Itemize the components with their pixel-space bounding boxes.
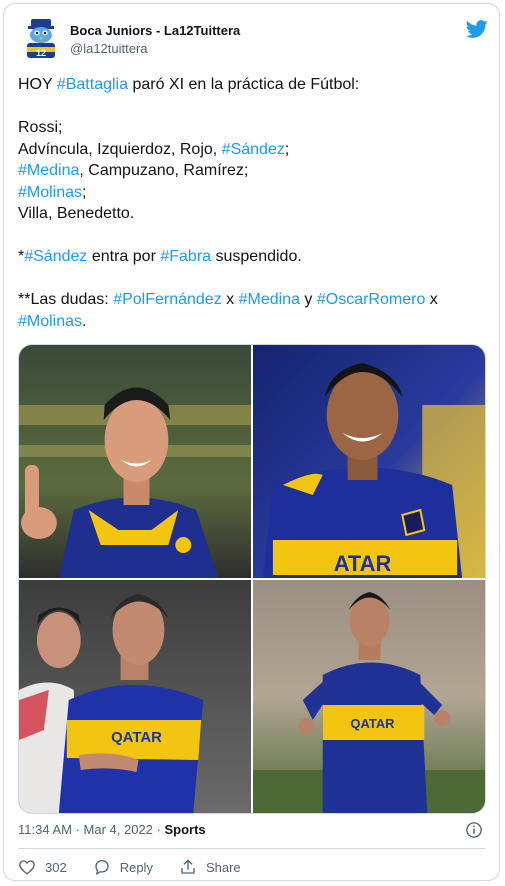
reply-button[interactable]: Reply: [93, 858, 153, 876]
text-run: ;: [82, 183, 87, 201]
text-run: paró XI en la práctica de Fútbol:: [128, 76, 360, 93]
player-photo-2[interactable]: ATAR: [253, 345, 485, 578]
tweet-line: Villa, Benedetto.: [18, 205, 135, 222]
hashtag-link[interactable]: #Molinas: [18, 313, 82, 330]
avatar[interactable]: 12: [18, 16, 64, 62]
tweet-actions: 302 Reply Share: [18, 856, 267, 878]
share-button[interactable]: Share: [179, 858, 241, 876]
tweet-meta: 11:34 AM · Mar 4, 2022 · Sports: [18, 821, 206, 839]
heart-icon: [19, 860, 35, 875]
text-run: ;: [284, 140, 290, 158]
tweet-line: *#Sández entra por #Fabra suspendido.: [18, 246, 486, 268]
text-run: x: [221, 291, 239, 308]
text-run: x: [425, 291, 438, 308]
tweet-line: HOY #Battaglia paró XI en la práctica de…: [18, 74, 486, 96]
text-run: HOY: [18, 76, 57, 93]
tweet-line: #Molinas.: [18, 311, 486, 333]
tweet-line: **Las dudas: #PolFernández x #Medina y #…: [18, 289, 486, 311]
display-name[interactable]: Boca Juniors - La12Tuittera: [70, 22, 240, 39]
hashtag-link[interactable]: #Sández: [222, 141, 285, 158]
tweet-line: #Medina, Campuzano, Ramírez;: [18, 160, 486, 182]
text-run: **Las dudas:: [18, 291, 114, 308]
meta-separator: ·: [152, 822, 165, 837]
player-photo-1[interactable]: [19, 345, 251, 578]
photo-image: ATAR: [253, 345, 485, 578]
text-run: suspendido.: [211, 248, 302, 265]
tweet-line: #Molinas;: [18, 182, 486, 204]
meta-separator: ·: [71, 822, 84, 837]
tweet-line: Advíncula, Izquierdoz, Rojo, #Sández;: [18, 139, 486, 161]
reply-label: Reply: [119, 859, 153, 875]
hashtag-link[interactable]: #OscarRomero: [317, 291, 425, 308]
player-photo-4[interactable]: QATAR: [253, 580, 485, 813]
hashtag-link[interactable]: #Fabra: [160, 248, 211, 265]
info-icon[interactable]: [465, 821, 483, 839]
text-run: Advíncula, Izquierdoz, Rojo,: [18, 140, 222, 158]
account-names[interactable]: Boca Juniors - La12Tuittera @la12tuitter…: [70, 22, 240, 57]
svg-text:ATAR: ATAR: [334, 551, 392, 576]
text-run: y: [299, 291, 317, 308]
svg-text:QATAR: QATAR: [350, 716, 395, 731]
hashtag-link[interactable]: #PolFernández: [113, 291, 222, 308]
svg-text:QATAR: QATAR: [111, 729, 162, 746]
reply-bubble-icon: [95, 859, 109, 875]
divider: [18, 848, 485, 849]
tweet-category[interactable]: Sports: [164, 822, 205, 837]
hashtag-link[interactable]: #Battaglia: [57, 76, 128, 93]
share-label: Share: [205, 859, 241, 875]
share-icon: [181, 859, 195, 874]
text-run: , Campuzano, Ramírez;: [79, 162, 249, 179]
hashtag-link[interactable]: #Sández: [24, 248, 87, 265]
tweet-date[interactable]: Mar 4, 2022: [84, 822, 153, 837]
hashtag-link[interactable]: #Medina: [18, 162, 79, 179]
hashtag-link[interactable]: #Medina: [239, 291, 300, 308]
tweet-time[interactable]: 11:34 AM: [18, 822, 72, 837]
tweet-line: Rossi;: [18, 119, 63, 136]
tweet-text: HOY #Battaglia paró XI en la práctica de…: [18, 74, 486, 332]
text-run: entra por: [87, 248, 161, 265]
tweet-header: 12 Boca Juniors - La12Tuittera @la12tuit…: [18, 16, 488, 64]
avatar-bird-logo-icon: 12: [18, 16, 64, 62]
media-grid: ATAR QATAR QATAR: [18, 344, 486, 814]
text-run: .: [82, 312, 87, 330]
photo-image: QATAR: [253, 580, 485, 813]
photo-image: QATAR: [19, 580, 251, 813]
svg-text:12: 12: [36, 48, 46, 58]
like-button[interactable]: 302: [18, 858, 67, 876]
player-photo-3[interactable]: QATAR: [19, 580, 251, 813]
hashtag-link[interactable]: #Molinas: [18, 184, 82, 201]
tweet-card: 12 Boca Juniors - La12Tuittera @la12tuit…: [3, 3, 500, 881]
like-count: 302: [45, 859, 67, 875]
photo-image: [19, 345, 251, 578]
account-handle[interactable]: @la12tuittera: [70, 40, 240, 57]
twitter-bird-icon[interactable]: [466, 18, 488, 40]
